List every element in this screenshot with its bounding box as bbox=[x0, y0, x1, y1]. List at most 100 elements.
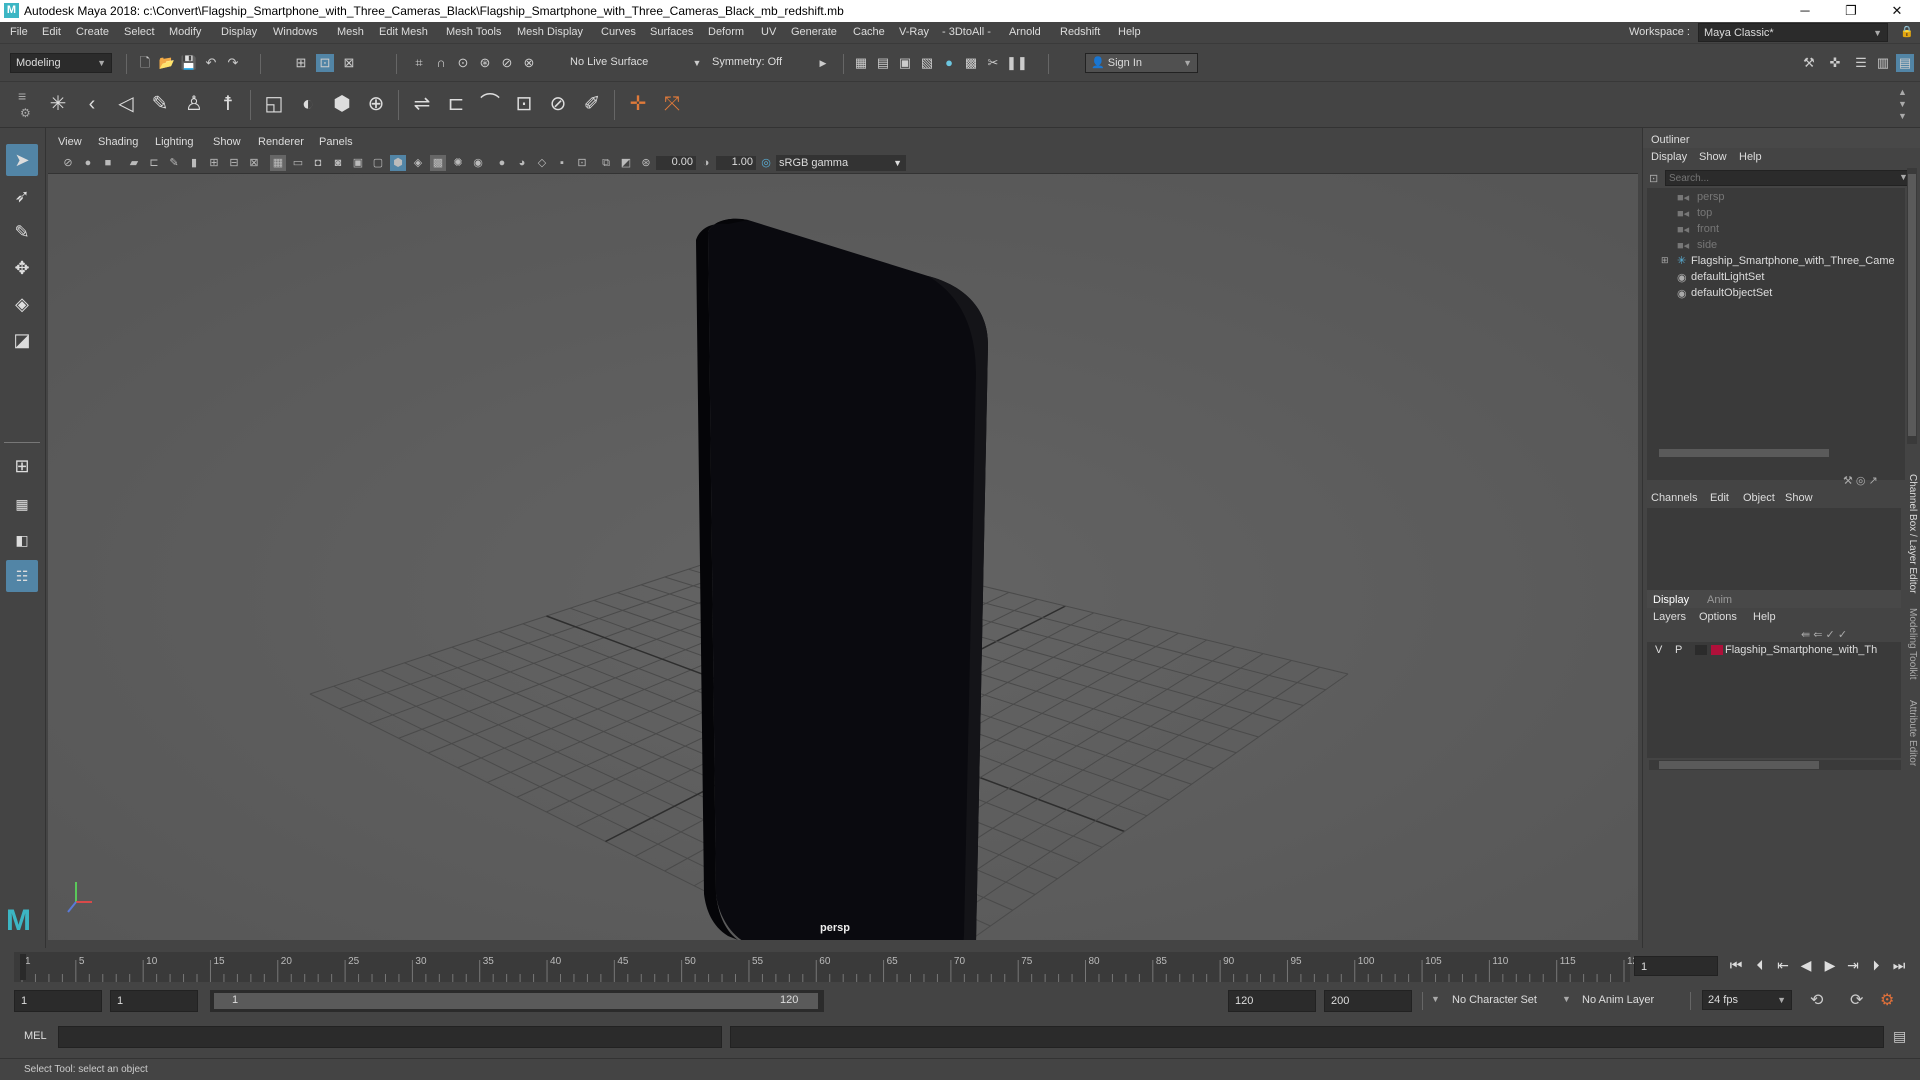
chevron-down-icon[interactable]: ▼ bbox=[688, 54, 706, 72]
quad-draw-icon[interactable]: ✐ bbox=[578, 90, 606, 118]
light-icon[interactable]: ✺ bbox=[450, 155, 466, 171]
grease-pencil-icon[interactable]: ✎ bbox=[166, 155, 182, 171]
bezier-curve-icon[interactable]: ◁ bbox=[112, 90, 140, 118]
smooth-shade-icon[interactable]: ▭ bbox=[290, 155, 306, 171]
two-d-pan-icon[interactable]: ⊏ bbox=[146, 155, 162, 171]
symmetry-field[interactable]: Symmetry: Off bbox=[707, 53, 807, 73]
last-tool-icon[interactable]: ⊞ bbox=[6, 450, 38, 482]
snap-point-icon[interactable]: ⊙ bbox=[454, 54, 472, 72]
menu-select[interactable]: Select bbox=[124, 26, 155, 38]
outliner-item-defaultobjectset[interactable]: defaultObjectSet bbox=[1691, 287, 1772, 299]
motion-blur-icon[interactable]: ◉ bbox=[470, 155, 486, 171]
wireframe-icon[interactable]: ▦ bbox=[270, 155, 286, 171]
layer-name[interactable]: Flagship_Smartphone_with_Th bbox=[1725, 644, 1877, 656]
ipr-render-icon[interactable]: ▣ bbox=[896, 54, 914, 72]
character-set-dropdown[interactable]: No Character Set bbox=[1452, 994, 1537, 1006]
color-management-icon[interactable]: ◎ bbox=[758, 155, 774, 171]
select-tool-icon[interactable]: ➤ bbox=[6, 144, 38, 176]
tab-channel-box[interactable]: Channel Box / Layer Editor bbox=[1907, 474, 1918, 594]
extrude-icon[interactable]: ⇌ bbox=[408, 90, 436, 118]
channels-menu-object[interactable]: Object bbox=[1743, 492, 1775, 504]
layout-four-icon[interactable]: ▦ bbox=[6, 488, 38, 520]
layer-type-toggle[interactable] bbox=[1695, 645, 1707, 655]
xray-active-icon[interactable]: ◩ bbox=[618, 155, 634, 171]
layer-row[interactable]: V P Flagship_Smartphone_with_Th bbox=[1647, 642, 1901, 658]
chevron-down-icon[interactable]: ▼ bbox=[1562, 994, 1571, 1004]
shelf-menu-icon[interactable]: ≡ bbox=[18, 88, 26, 104]
nurbs-cube-icon[interactable]: ◱ bbox=[260, 90, 288, 118]
isolate-select-icon[interactable]: ⊡ bbox=[574, 155, 590, 171]
new-scene-icon[interactable]: 🗋 bbox=[136, 54, 154, 72]
outliner-item-top[interactable]: top bbox=[1697, 207, 1712, 219]
shadows-icon[interactable]: ▣ bbox=[350, 155, 366, 171]
play-forward-icon[interactable]: ▶ bbox=[1820, 957, 1840, 974]
redshift-ipr-icon[interactable]: ✂ bbox=[984, 54, 1002, 72]
rotate-tool-icon[interactable]: ◈ bbox=[6, 288, 38, 320]
viewport-scene[interactable] bbox=[48, 174, 1638, 940]
layer-color-swatch[interactable] bbox=[1711, 645, 1723, 655]
menu-mesh[interactable]: Mesh bbox=[337, 26, 364, 38]
play-backward-icon[interactable]: ◀ bbox=[1796, 957, 1816, 974]
smartphone-model[interactable] bbox=[696, 218, 988, 940]
sign-in-button[interactable]: 👤 Sign In ▼ bbox=[1085, 53, 1198, 73]
channel-box-area[interactable] bbox=[1647, 508, 1901, 590]
curve-tool-icon[interactable]: ✳ bbox=[44, 90, 72, 118]
outliner-item-side[interactable]: side bbox=[1697, 239, 1717, 251]
menu-modify[interactable]: Modify bbox=[169, 26, 201, 38]
fps-dropdown[interactable]: 24 fps ▼ bbox=[1702, 990, 1792, 1010]
use-lights-icon[interactable]: ◙ bbox=[330, 155, 346, 171]
bevel-icon[interactable]: ⌒ bbox=[476, 90, 504, 118]
layer-visibility-toggle[interactable]: V bbox=[1655, 644, 1662, 656]
menu-redshift[interactable]: Redshift bbox=[1060, 26, 1100, 38]
expand-icon[interactable]: ⊞ bbox=[1661, 255, 1669, 266]
menu-curves[interactable]: Curves bbox=[601, 26, 636, 38]
poly-sphere-icon[interactable]: ⬢ bbox=[328, 90, 356, 118]
render-settings-icon[interactable]: ▦ bbox=[852, 54, 870, 72]
shelf-settings-icon[interactable]: ⚙ bbox=[20, 106, 31, 120]
film-gate-icon[interactable]: ⊞ bbox=[206, 155, 222, 171]
modeling-toolkit-icon[interactable]: ⚒ bbox=[1800, 54, 1818, 72]
menu-mesh-tools[interactable]: Mesh Tools bbox=[446, 26, 501, 38]
poly-torus-icon[interactable]: ⊕ bbox=[362, 90, 390, 118]
anim-layer-dropdown[interactable]: No Anim Layer bbox=[1582, 994, 1654, 1006]
snap-view-icon[interactable]: ⊛ bbox=[476, 54, 494, 72]
menu-mesh-display[interactable]: Mesh Display bbox=[517, 26, 583, 38]
move-pivot-icon[interactable]: ✛ bbox=[624, 90, 652, 118]
menu-help[interactable]: Help bbox=[1118, 26, 1141, 38]
hypershade-icon[interactable]: ● bbox=[940, 54, 958, 72]
menu-set-dropdown[interactable]: Modeling ▼ bbox=[10, 53, 112, 73]
layers-menu-help[interactable]: Help bbox=[1753, 611, 1776, 623]
step-back-frame-icon[interactable]: ⇤ bbox=[1773, 957, 1793, 974]
loop-icon[interactable]: ⟲ bbox=[1810, 990, 1823, 1010]
hud-toggle-icon[interactable]: ▪ bbox=[554, 155, 570, 171]
channel-box-tools-icon[interactable]: ⚒ ◎ ↗ bbox=[1843, 474, 1878, 487]
xray-joints-icon[interactable]: ⧉ bbox=[598, 155, 614, 171]
aa-icon[interactable]: ● bbox=[494, 155, 510, 171]
xray-icon[interactable]: ▩ bbox=[430, 155, 446, 171]
channels-menu-show[interactable]: Show bbox=[1785, 492, 1813, 504]
time-slider[interactable]: 1 5 10 15 20 25 30 35 40 45 50 55 60 65 70 75 80 85 90 95 10… bbox=[0, 948, 1920, 984]
chevron-right-icon[interactable]: ▶ bbox=[814, 54, 832, 72]
auto-key-icon[interactable]: ⟳ bbox=[1850, 990, 1863, 1010]
render-view-icon[interactable]: ▧ bbox=[918, 54, 936, 72]
viewport-menu-view[interactable]: View bbox=[58, 136, 82, 148]
gamma-icon[interactable]: ◑ bbox=[698, 155, 714, 171]
pencil-curve-icon[interactable]: ✎ bbox=[146, 90, 174, 118]
step-back-key-icon[interactable]: ⏴ bbox=[1750, 957, 1770, 974]
snap-surface-icon[interactable]: ⊘ bbox=[498, 54, 516, 72]
snap-grid-icon[interactable]: ⌗ bbox=[410, 54, 428, 72]
step-forward-frame-icon[interactable]: ⇥ bbox=[1843, 957, 1863, 974]
bridge-icon[interactable]: ⊏ bbox=[442, 90, 470, 118]
lock-icon[interactable]: 🔒 bbox=[1900, 25, 1914, 38]
outliner-item-front[interactable]: front bbox=[1697, 223, 1719, 235]
move-tool-icon[interactable]: ✥ bbox=[6, 252, 38, 284]
outliner-menu-display[interactable]: Display bbox=[1651, 151, 1687, 163]
tool-settings-icon[interactable]: ▥ bbox=[1874, 54, 1892, 72]
pause-icon[interactable]: ❚❚ bbox=[1006, 54, 1028, 72]
snap-curve-icon[interactable]: ∩ bbox=[432, 54, 450, 72]
outliner-tree[interactable]: ■◂ persp ■◂ top ■◂ front ■◂ side ⊞ ✳ Fla… bbox=[1647, 188, 1905, 480]
current-frame-field[interactable]: 1 bbox=[1634, 956, 1718, 976]
viewport-menu-lighting[interactable]: Lighting bbox=[155, 136, 194, 148]
outliner-item-persp[interactable]: persp bbox=[1697, 191, 1725, 203]
isolate-icon[interactable]: ◈ bbox=[410, 155, 426, 171]
